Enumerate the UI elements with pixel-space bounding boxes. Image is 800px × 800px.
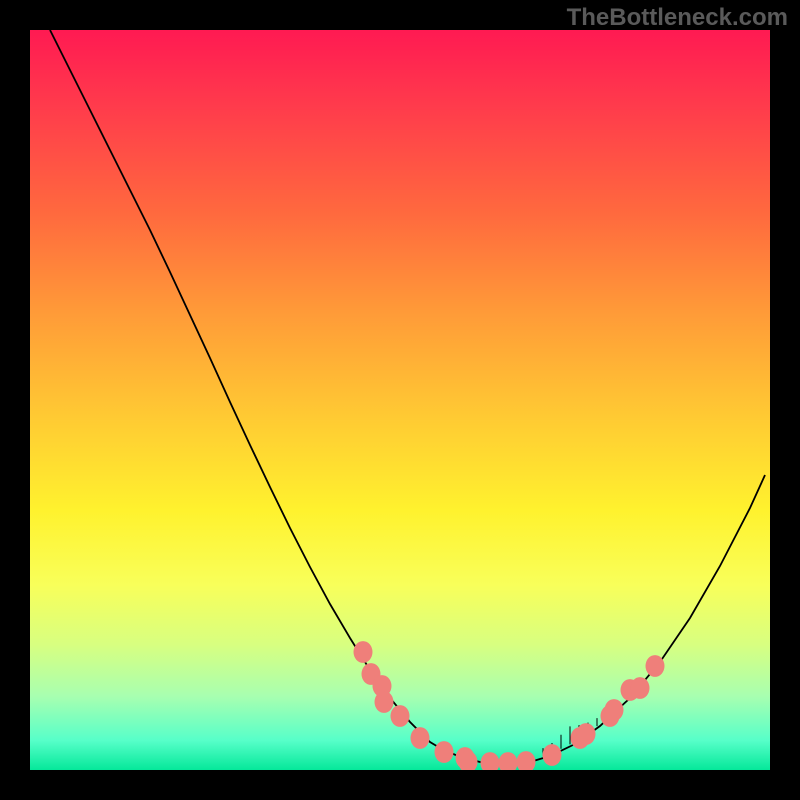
salmon-dot: [631, 677, 650, 699]
salmon-dot: [499, 752, 518, 770]
salmon-dot: [517, 751, 536, 770]
salmon-dot: [435, 741, 454, 763]
salmon-dot: [354, 641, 373, 663]
salmon-dot: [577, 723, 596, 745]
watermark-text: TheBottleneck.com: [567, 4, 788, 32]
bottleneck-curve: [50, 30, 765, 763]
salmon-dot: [375, 691, 394, 713]
curve-layer: [30, 30, 770, 770]
salmon-dot: [391, 705, 410, 727]
salmon-dot: [411, 727, 430, 749]
salmon-dot: [605, 699, 624, 721]
salmon-dot: [481, 752, 500, 770]
salmon-marker-group: [354, 641, 665, 770]
plot-frame: [30, 30, 770, 770]
salmon-dot: [543, 744, 562, 766]
salmon-dot: [646, 655, 665, 677]
